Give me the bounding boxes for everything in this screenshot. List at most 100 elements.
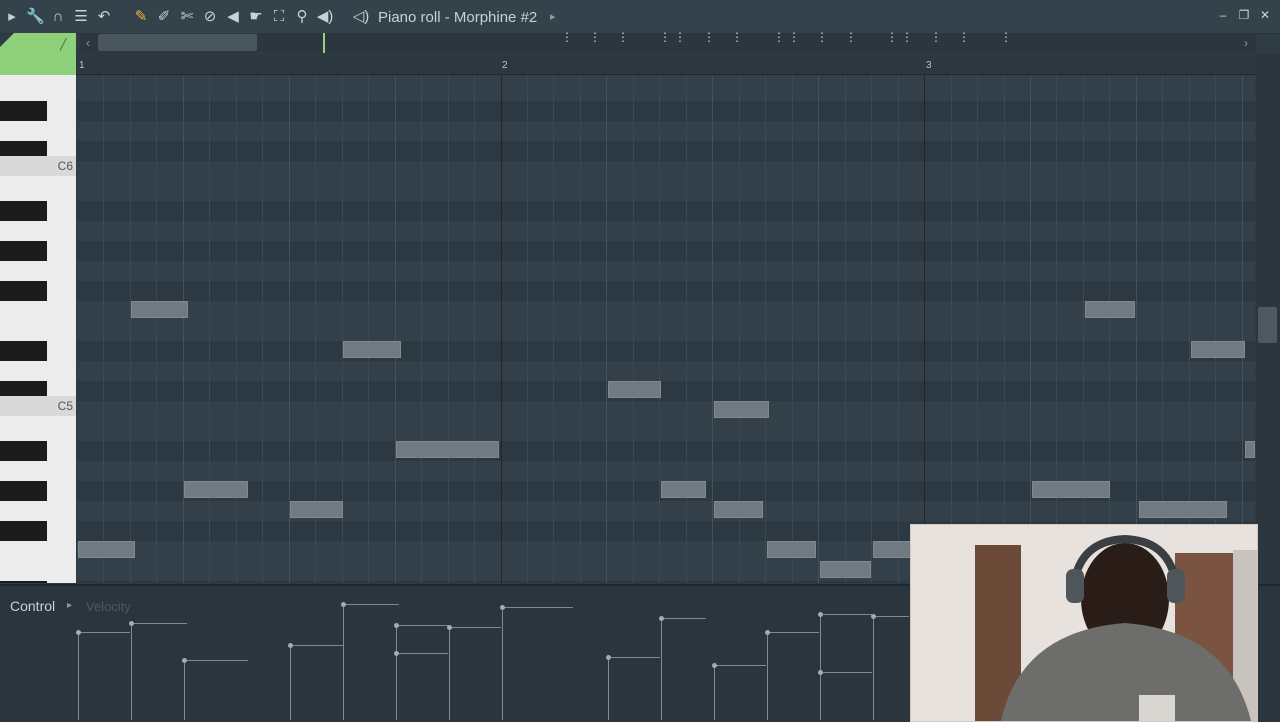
pencil-icon[interactable]: ✎ [132,8,150,26]
black-key[interactable] [0,101,47,121]
black-key[interactable] [0,481,47,501]
control-dropdown-icon[interactable]: ▸ [67,600,72,611]
black-key[interactable] [0,241,47,261]
velocity-stem[interactable] [661,618,662,720]
control-label[interactable]: Control [10,598,55,614]
black-key[interactable] [0,521,47,541]
velocity-handle[interactable] [818,670,823,675]
velocity-handle[interactable] [606,655,611,660]
note[interactable] [1139,501,1227,518]
black-key[interactable] [0,441,47,461]
undo-icon[interactable]: ↶ [95,8,113,26]
velocity-line [131,623,187,624]
velocity-handle[interactable] [182,658,187,663]
velocity-handle[interactable] [341,602,346,607]
zoom-tool-icon[interactable]: ⚲ [293,8,311,26]
velocity-stem[interactable] [343,604,344,720]
note[interactable] [608,381,661,398]
wrench-icon[interactable]: 🔧 [26,8,45,26]
select-tool-icon[interactable]: ☛ [247,8,265,26]
mute-tool-icon[interactable]: ⊘ [201,8,219,26]
play-arrow-icon[interactable]: ▸ [3,8,21,26]
velocity-handle[interactable] [447,625,452,630]
octave-key-c5[interactable]: C5 [0,396,76,416]
fullscreen-tool-icon[interactable]: ⛶ [270,8,288,26]
menu-icon[interactable]: ☰ [72,8,90,26]
note[interactable] [396,441,499,458]
note-preview-dot: ⋮ [589,30,607,44]
note[interactable] [1245,441,1255,458]
note[interactable] [1032,481,1110,498]
playback-tool-icon[interactable]: ◀) [316,8,334,26]
velocity-stem[interactable] [396,653,397,720]
velocity-stem[interactable] [290,645,291,720]
note[interactable] [661,481,706,498]
velocity-handle[interactable] [394,651,399,656]
piano-keyboard[interactable]: C6 C5 [0,75,76,583]
velocity-handle[interactable] [659,616,664,621]
slice-tool-icon[interactable]: ◀ [224,8,242,26]
velocity-stem[interactable] [608,657,609,720]
scroll-left-icon[interactable]: ‹ [80,33,96,53]
time-ruler[interactable] [76,54,1256,75]
velocity-handle[interactable] [288,643,293,648]
velocity-stem[interactable] [502,607,503,720]
grid-line [898,75,899,583]
note-preview-dot: ⋮ [845,30,863,44]
note[interactable] [131,301,188,318]
velocity-handle[interactable] [76,630,81,635]
toolbar: ▸ 🔧 ∩ ☰ ↶ ✎ ✐ ✄ ⊘ ◀ ☛ ⛶ ⚲ ◀) ◁) Piano ro… [0,0,1280,34]
velocity-stem[interactable] [873,616,874,720]
grid-line [818,75,819,583]
grid-line [130,75,131,583]
velocity-handle[interactable] [871,614,876,619]
note[interactable] [1191,341,1245,358]
vertical-scroll-thumb[interactable] [1258,307,1277,343]
minimize-icon[interactable]: – [1216,8,1230,22]
velocity-stem[interactable] [184,660,185,720]
paint-brush-icon[interactable]: ✐ [155,8,173,26]
note[interactable] [1085,301,1135,318]
horizontal-scroll-thumb[interactable] [98,34,257,51]
velocity-handle[interactable] [394,623,399,628]
velocity-handle[interactable] [500,605,505,610]
note[interactable] [714,401,769,418]
title-chevron-icon[interactable]: ▸ [550,10,556,23]
black-key[interactable] [0,341,47,361]
velocity-stem[interactable] [767,632,768,720]
delete-tool-icon[interactable]: ✄ [178,8,196,26]
note[interactable] [820,561,871,578]
black-key[interactable] [0,201,47,221]
note[interactable] [873,541,911,558]
black-key[interactable] [0,581,47,583]
close-icon[interactable]: ✕ [1258,8,1272,22]
velocity-handle[interactable] [765,630,770,635]
velocity-handle[interactable] [712,663,717,668]
velocity-stem[interactable] [820,672,821,720]
note[interactable] [184,481,248,498]
note[interactable] [343,341,401,358]
grid-line [977,75,978,583]
octave-key-c6[interactable]: C6 [0,156,76,176]
velocity-line [290,645,343,646]
note[interactable] [78,541,135,558]
magnet-icon[interactable]: ∩ [49,8,67,26]
grid-line [262,75,263,583]
velocity-stem[interactable] [714,665,715,720]
velocity-handle[interactable] [818,612,823,617]
velocity-stem[interactable] [449,627,450,720]
grid-line [1242,75,1243,583]
velocity-stem[interactable] [78,632,79,720]
note[interactable] [714,501,763,518]
scroll-right-icon[interactable]: › [1238,33,1254,53]
playhead-marker[interactable] [323,33,325,53]
velocity-handle[interactable] [129,621,134,626]
speaker-icon[interactable]: ◁) [352,8,370,26]
note[interactable] [767,541,816,558]
note[interactable] [290,501,343,518]
velocity-line [714,665,766,666]
maximize-icon[interactable]: ❐ [1237,8,1251,22]
velocity-stem[interactable] [131,623,132,720]
note-grid[interactable] [77,75,1255,583]
black-key[interactable] [0,281,47,301]
